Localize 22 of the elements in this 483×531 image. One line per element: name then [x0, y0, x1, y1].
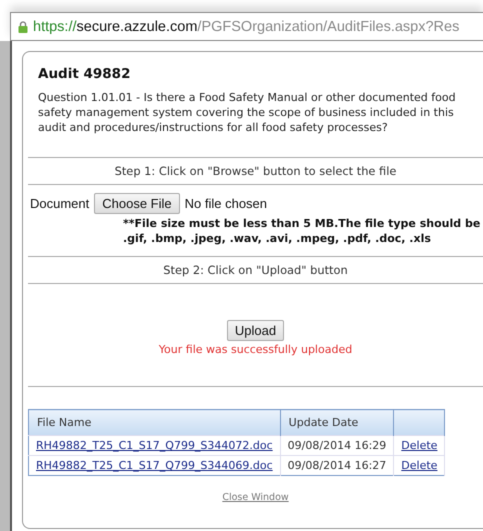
document-label: Document: [30, 196, 90, 211]
choose-file-button[interactable]: Choose File: [94, 193, 180, 214]
close-window-link[interactable]: Close Window: [222, 492, 289, 503]
upload-button[interactable]: Upload: [226, 320, 284, 341]
table-cell: 09/08/2014 16:27: [280, 456, 394, 476]
file-link[interactable]: RH49882_T25_C1_S17_Q799_S344072.doc: [36, 439, 273, 452]
step-text: Step 1: Click on "Browse" button to select the file: [114, 163, 398, 180]
step-text: Step 2: Click on "Upload" button: [162, 262, 349, 279]
file-note: **File size must be less than 5 MB.The file type should be .gif, .bmp, .jpeg, .wav, .avi, .mpeg, .pdf, .doc, .xls: [123, 216, 482, 246]
table-cell: 09/08/2014 16:29: [280, 436, 394, 456]
delete-link[interactable]: Delete: [401, 439, 438, 452]
question-text: Question 1.01.01 - Is there a Food Safety Manual or other documented food safety management system covering the scope of business included in this audit and procedures/instructions for all food safety processes?: [38, 90, 456, 135]
file-status: No file chosen: [184, 196, 268, 211]
column-header: File Name: [28, 410, 280, 436]
delete-link[interactable]: Delete: [401, 459, 438, 472]
audit-title: Audit 49882: [38, 66, 132, 82]
success-message: Your file was successfully uploaded: [158, 343, 354, 356]
url-text: https://secure.azzule.com/PGFSOrganization/AuditFiles.aspx?Res: [33, 18, 460, 34]
file-link[interactable]: RH49882_T25_C1_S17_Q799_S344069.doc: [36, 459, 273, 472]
lock-icon: [18, 20, 28, 32]
address-bar[interactable]: https://secure.azzule.com/PGFSOrganization/AuditFiles.aspx?Res: [10, 12, 483, 41]
column-header: Update Date: [280, 410, 394, 436]
